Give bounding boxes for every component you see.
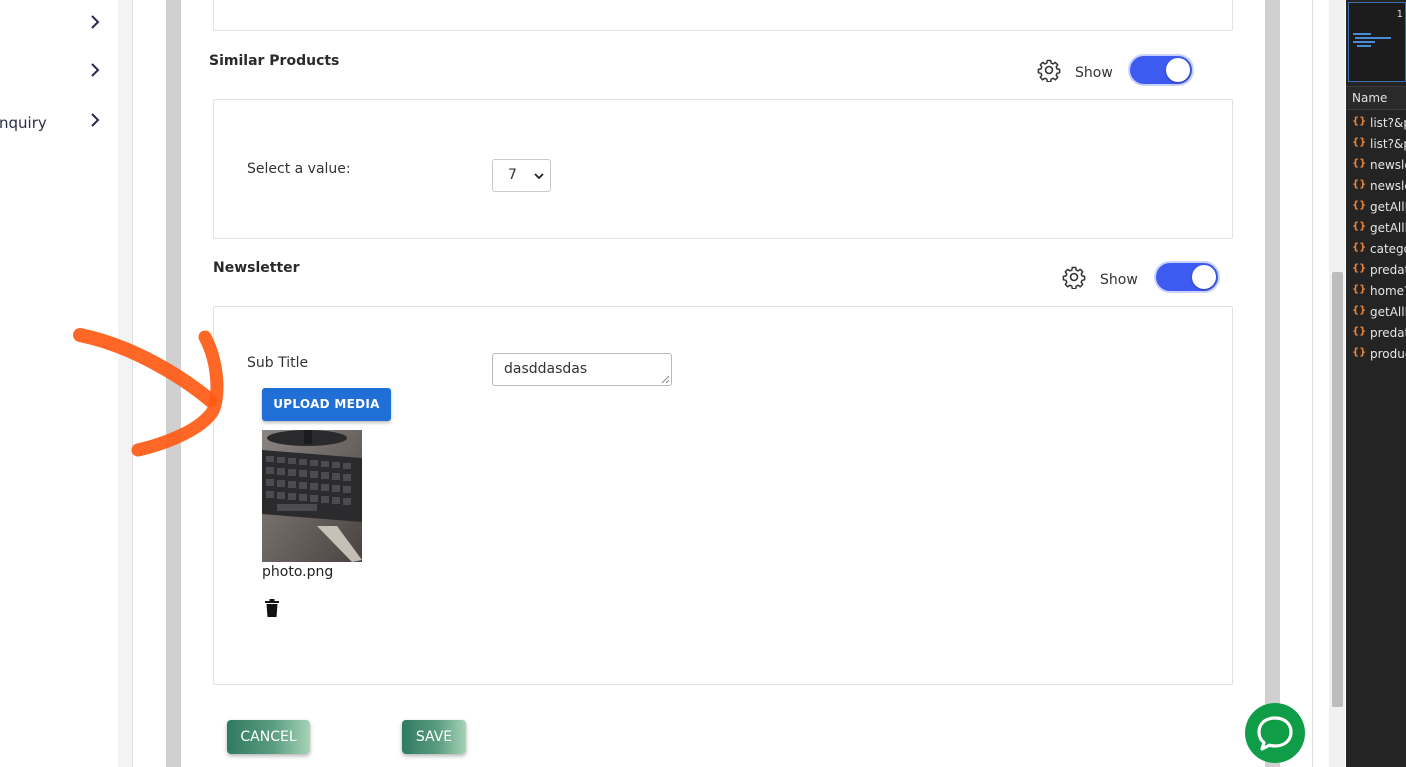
json-icon: {} — [1352, 158, 1367, 169]
sidebar-item-label: nquiry — [0, 114, 47, 132]
toggle-knob — [1192, 265, 1216, 289]
devtools-overview: 1 — [1348, 2, 1406, 82]
json-icon: {} — [1352, 347, 1367, 358]
network-row-name: getAllP — [1370, 221, 1406, 235]
newsletter-card: Sub Title dasddasdas — [213, 306, 1233, 685]
network-row[interactable]: {}produc — [1346, 344, 1406, 365]
cancel-button[interactable]: CANCEL — [227, 720, 310, 754]
network-row-name: list?&p — [1370, 116, 1406, 130]
chevron-right-icon — [91, 63, 100, 77]
json-icon: {} — [1352, 200, 1367, 211]
newsletter-title: Newsletter — [213, 260, 300, 276]
devtools-panel: 1 Name {}list?&p {}list?&p {}newsle {}ne… — [1346, 0, 1406, 767]
sub-title-input[interactable]: dasddasdas — [492, 353, 672, 386]
network-row-name: list?&p — [1370, 137, 1406, 151]
select-value: 7 — [508, 167, 517, 183]
network-row[interactable]: {}predata — [1346, 323, 1406, 344]
json-icon: {} — [1352, 116, 1367, 127]
network-row-name: getAllP — [1370, 305, 1406, 319]
show-label: Show — [1075, 65, 1113, 81]
json-icon: {} — [1352, 221, 1367, 232]
select-value-label: Select a value: — [247, 161, 351, 177]
sub-title-value: dasddasdas — [504, 361, 588, 377]
annotation-arrow-icon — [73, 328, 224, 457]
devtools-column-header[interactable]: Name — [1346, 86, 1406, 110]
scrollbar-thumb[interactable] — [1332, 272, 1343, 707]
network-row-name: newsle — [1370, 179, 1406, 193]
network-row[interactable]: {}predata — [1346, 260, 1406, 281]
newsletter-show-toggle[interactable] — [1154, 261, 1220, 293]
network-row[interactable]: {}newsle — [1346, 176, 1406, 197]
toggle-knob — [1166, 58, 1190, 82]
gear-icon[interactable] — [1037, 58, 1061, 82]
show-label: Show — [1100, 272, 1138, 288]
json-icon: {} — [1352, 263, 1367, 274]
similar-products-count-select[interactable]: 7 — [492, 159, 551, 192]
json-icon: {} — [1352, 179, 1367, 190]
network-row[interactable]: {}list?&p — [1346, 113, 1406, 134]
sidebar-item-1[interactable] — [0, 8, 118, 38]
gear-icon[interactable] — [1062, 265, 1086, 289]
similar-products-show-toggle[interactable] — [1128, 54, 1194, 86]
chevron-right-icon — [91, 15, 100, 29]
json-icon: {} — [1352, 284, 1367, 295]
previous-section-card — [213, 0, 1233, 31]
chevron-right-icon — [91, 113, 100, 127]
column-name-label: Name — [1352, 91, 1388, 105]
json-icon: {} — [1352, 242, 1367, 253]
trash-icon[interactable] — [264, 599, 280, 617]
network-row[interactable]: {}list?&p — [1346, 134, 1406, 155]
network-row-name: newsle — [1370, 158, 1406, 172]
chevron-down-icon — [534, 173, 544, 180]
sidebar-item-enquiry[interactable]: nquiry — [0, 106, 118, 136]
content-frame-right — [1265, 0, 1280, 767]
network-row[interactable]: {}getAllP — [1346, 302, 1406, 323]
network-row-name: catego — [1370, 242, 1406, 256]
network-row[interactable]: {}getAllP — [1346, 218, 1406, 239]
network-row[interactable]: {}catego — [1346, 239, 1406, 260]
json-icon: {} — [1352, 137, 1367, 148]
chat-button[interactable] — [1245, 703, 1305, 763]
network-row-name: predata — [1370, 263, 1406, 277]
network-row[interactable]: {}home? — [1346, 281, 1406, 302]
similar-products-card: Select a value: 7 — [213, 99, 1233, 239]
network-row[interactable]: {}newsle — [1346, 155, 1406, 176]
json-icon: {} — [1352, 326, 1367, 337]
similar-products-title: Similar Products — [209, 53, 340, 69]
network-row-name: getAllP — [1370, 200, 1406, 214]
network-row-name: predata — [1370, 326, 1406, 340]
uploaded-photo-thumbnail — [262, 430, 362, 562]
overview-value: 1 — [1396, 9, 1403, 20]
save-button[interactable]: SAVE — [402, 720, 466, 754]
uploaded-file-name: photo.png — [262, 564, 334, 580]
network-row-name: home? — [1370, 284, 1406, 298]
sidebar-item-2[interactable] — [0, 56, 118, 86]
json-icon: {} — [1352, 305, 1367, 316]
sub-title-label: Sub Title — [247, 355, 309, 371]
chat-bubble-icon — [1257, 716, 1293, 751]
resize-handle-icon[interactable] — [661, 375, 670, 384]
keyboard-photo — [262, 430, 362, 562]
upload-media-button[interactable]: UPLOAD MEDIA — [262, 388, 391, 421]
waterfall-mini-chart — [1353, 33, 1391, 47]
network-row-name: produc — [1370, 347, 1406, 361]
network-row[interactable]: {}getAllP — [1346, 197, 1406, 218]
app-root: nquiry Similar Products Show Select a va… — [0, 0, 1406, 767]
panel-divider — [1312, 0, 1313, 767]
